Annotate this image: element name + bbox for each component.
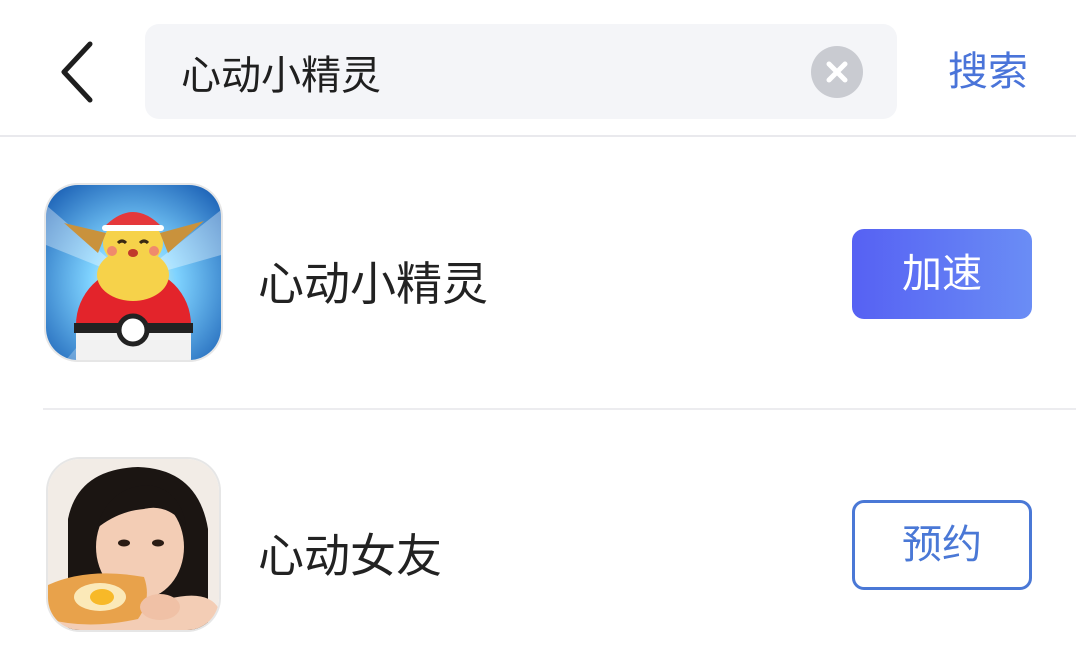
girl-eating-toast-game-icon[interactable] bbox=[48, 459, 219, 630]
clear-search-button[interactable] bbox=[811, 46, 863, 98]
search-input[interactable] bbox=[181, 24, 801, 119]
search-box bbox=[145, 24, 897, 119]
search-header: 搜索 bbox=[0, 0, 1076, 137]
search-button[interactable]: 搜索 bbox=[930, 38, 1046, 106]
close-icon bbox=[826, 61, 848, 83]
app-name: 心动小精灵 bbox=[258, 257, 488, 311]
accelerate-button[interactable]: 加速 bbox=[852, 229, 1032, 319]
pikachu-pokeball-game-icon[interactable] bbox=[46, 185, 221, 360]
search-results-screen: 搜索 bbox=[0, 0, 1076, 671]
back-button[interactable] bbox=[52, 38, 108, 106]
chevron-left-icon bbox=[61, 41, 93, 103]
reserve-button[interactable]: 预约 bbox=[852, 500, 1032, 590]
app-name: 心动女友 bbox=[258, 529, 442, 583]
list-item: 心动小精灵 加速 bbox=[0, 138, 1076, 409]
list-item: 心动女友 预约 bbox=[0, 410, 1076, 671]
